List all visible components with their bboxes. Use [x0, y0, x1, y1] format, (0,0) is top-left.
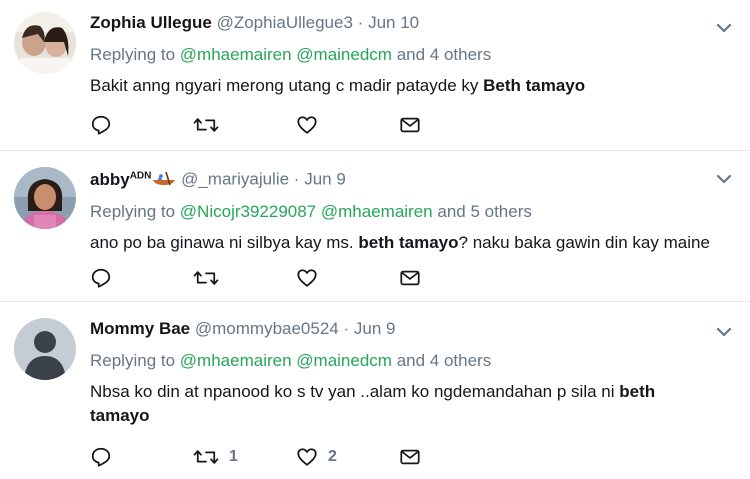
tweet-3[interactable]: Mommy Bae @mommybae0524 · Jun 9 Replying… — [0, 302, 750, 479]
tweet-text: ano po ba ginawa ni silbya kay ms. beth … — [90, 231, 710, 255]
reply-button[interactable] — [90, 446, 193, 468]
avatar-zophia[interactable] — [14, 12, 76, 74]
tweet-1[interactable]: Zophia Ullegue @ZophiaUllegue3 · Jun 10 … — [0, 0, 750, 150]
tweet-actions: 1 2 — [90, 446, 502, 468]
retweet-button[interactable] — [193, 267, 296, 289]
display-name-text: abby — [90, 169, 130, 189]
heart-icon — [297, 116, 317, 134]
chevron-down-icon[interactable] — [714, 169, 734, 189]
chevron-down-icon[interactable] — [714, 322, 734, 342]
replying-label: Replying to — [90, 45, 176, 64]
reply-icon — [91, 268, 111, 288]
avatar-abby[interactable] — [14, 167, 76, 229]
tweet-actions — [90, 114, 502, 136]
tweet-text-plain: ano po ba ginawa ni silbya kay ms. — [90, 232, 359, 252]
reply-button[interactable] — [90, 114, 193, 136]
retweet-icon — [193, 450, 219, 464]
reply-icon — [91, 447, 111, 467]
replying-label: Replying to — [90, 351, 176, 370]
replying-to: Replying to @mhaemairen @mainedcm and 4 … — [90, 44, 710, 66]
and-others-link[interactable]: and 4 others — [397, 351, 492, 370]
like-button[interactable] — [296, 267, 399, 289]
envelope-icon — [400, 449, 420, 465]
user-handle[interactable]: @mommybae0524 — [195, 319, 339, 338]
and-others-link[interactable]: and 5 others — [437, 202, 532, 221]
direct-message-button[interactable] — [399, 114, 502, 136]
default-avatar-icon — [14, 318, 76, 380]
tweet-text-tail: ? naku baka gawin din kay maine — [458, 232, 710, 252]
avatar-photo-icon — [14, 167, 76, 229]
tweet-header: Zophia Ullegue @ZophiaUllegue3 · Jun 10 — [90, 12, 710, 34]
display-name[interactable]: Zophia Ullegue — [90, 13, 212, 32]
envelope-icon — [400, 270, 420, 286]
direct-message-button[interactable] — [399, 267, 502, 289]
tweet-text: Nbsa ko din at npanood ko s tv yan ..ala… — [90, 380, 710, 428]
display-name[interactable]: abbyADN — [90, 170, 176, 189]
retweet-count: 1 — [229, 448, 238, 465]
replying-label: Replying to — [90, 201, 176, 221]
tweet-text: Bakit anng ngyari merong utang c madir p… — [90, 74, 710, 98]
user-handle[interactable]: @ZophiaUllegue3 — [217, 13, 353, 32]
like-count: 2 — [328, 448, 337, 465]
mention-link[interactable]: @mhaemairen — [180, 45, 292, 64]
chevron-down-icon[interactable] — [714, 18, 734, 38]
display-name[interactable]: Mommy Bae — [90, 319, 190, 338]
tweet-date[interactable]: Jun 9 — [354, 319, 396, 338]
and-others-link[interactable]: and 4 others — [397, 45, 492, 64]
direct-message-button[interactable] — [399, 446, 502, 468]
heart-icon — [297, 269, 317, 287]
tweet-text-plain: Bakit anng ngyari merong utang c madir p… — [90, 76, 484, 95]
mention-link[interactable]: @mainedcm — [296, 45, 392, 64]
tweet-2[interactable]: abbyADN @_mariyajulie · Jun 9 Replying t… — [0, 151, 750, 301]
reply-icon — [91, 115, 111, 135]
user-handle[interactable]: @_mariyajulie — [181, 170, 289, 189]
mention-link[interactable]: @mhaemairen — [321, 202, 433, 221]
mention-link[interactable]: @mhaemairen — [180, 351, 292, 370]
retweet-icon — [193, 271, 219, 285]
like-button[interactable] — [296, 114, 399, 136]
replying-to: Replying to @mhaemairen @mainedcm and 4 … — [90, 350, 710, 372]
separator-dot: · — [293, 169, 300, 189]
like-button[interactable]: 2 — [296, 446, 399, 468]
retweet-button[interactable]: 1 — [193, 446, 296, 468]
canoe-emoji-icon — [153, 171, 176, 185]
tweet-text-bold: Beth tamayo — [483, 76, 586, 95]
separator-dot: · — [357, 13, 364, 32]
heart-icon — [297, 448, 317, 466]
tweet-header: Mommy Bae @mommybae0524 · Jun 9 — [90, 318, 710, 340]
reply-button[interactable] — [90, 267, 193, 289]
tweet-date[interactable]: Jun 10 — [368, 13, 419, 32]
replying-to: Replying to @Nicojr39229087 @mhaemairen … — [90, 201, 710, 223]
retweet-button[interactable] — [193, 114, 296, 136]
retweet-icon — [193, 118, 219, 132]
tweet-text-plain: Nbsa ko din at npanood ko s tv yan ..ala… — [90, 382, 620, 401]
separator-dot: · — [343, 319, 350, 338]
avatar-photo-icon — [14, 12, 76, 74]
avatar-mommy-bae[interactable] — [14, 318, 76, 380]
mention-link[interactable]: @mainedcm — [296, 351, 392, 370]
tweet-date[interactable]: Jun 9 — [304, 170, 346, 189]
name-badge: ADN — [129, 170, 152, 181]
tweet-actions — [90, 267, 502, 289]
envelope-icon — [400, 117, 420, 133]
tweet-text-bold: beth tamayo — [358, 232, 459, 252]
mention-link[interactable]: @Nicojr39229087 — [180, 202, 316, 221]
tweet-header: abbyADN @_mariyajulie · Jun 9 — [90, 165, 710, 191]
